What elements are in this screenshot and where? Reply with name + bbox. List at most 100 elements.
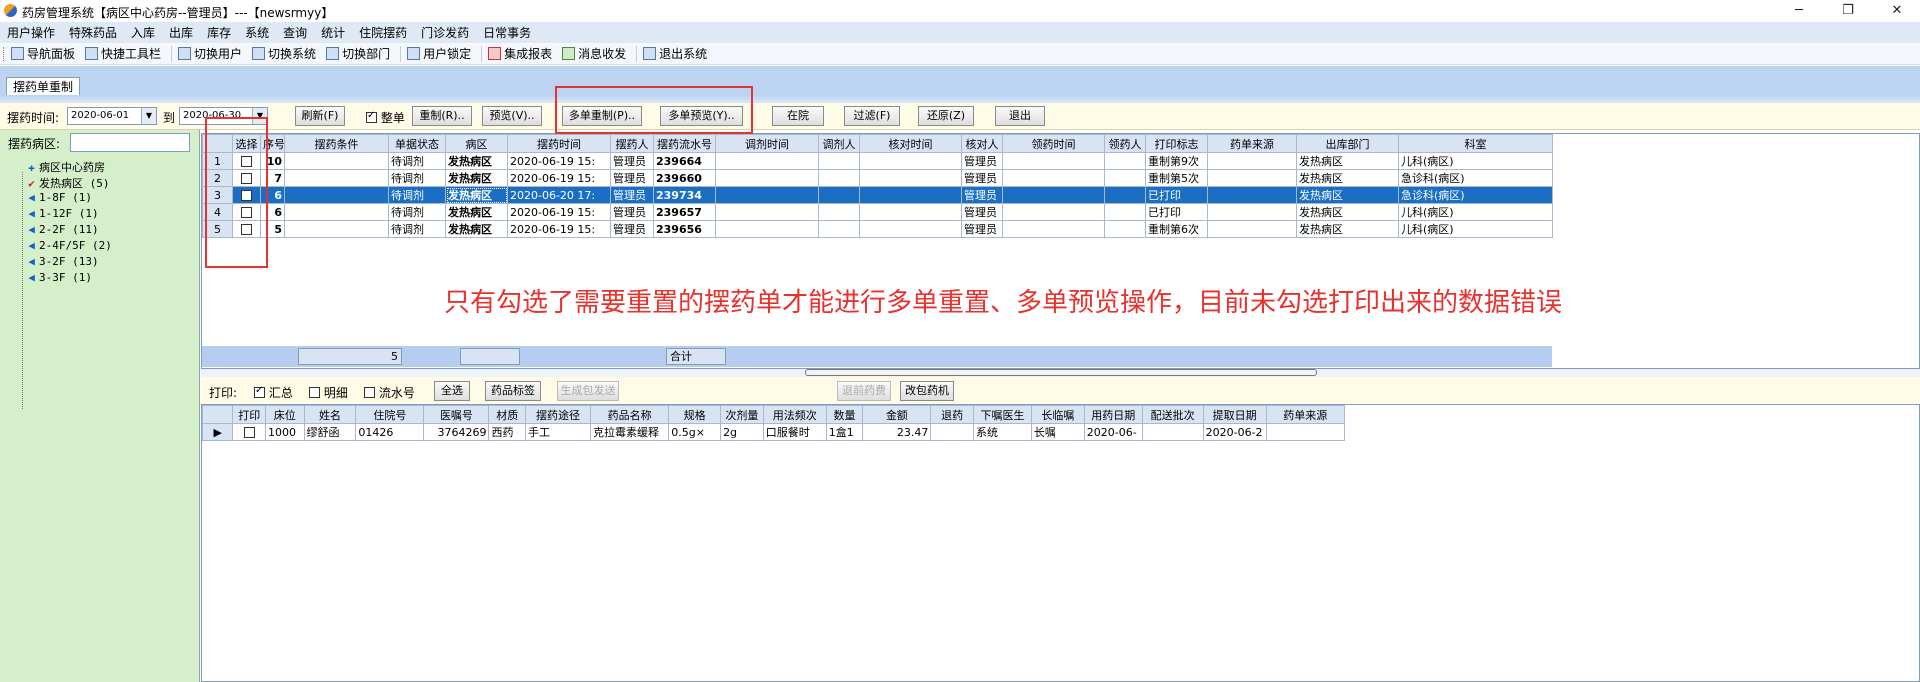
- exit-button[interactable]: 退出: [995, 106, 1045, 126]
- col-header[interactable]: 下嘱医生: [973, 405, 1032, 424]
- whole-order-checkbox[interactable]: 整单: [366, 109, 405, 126]
- col-header[interactable]: 金额: [862, 405, 932, 424]
- menu-statistics[interactable]: 统计: [314, 24, 352, 41]
- col-header[interactable]: 出库部门: [1296, 134, 1399, 153]
- col-header[interactable]: 姓名: [303, 405, 357, 424]
- menu-daily-affairs[interactable]: 日常事务: [476, 24, 538, 41]
- col-header[interactable]: 科室: [1398, 134, 1553, 153]
- tab-dispense-reset[interactable]: 摆药单重制: [6, 77, 81, 97]
- col-header[interactable]: 长临嘱: [1030, 405, 1085, 424]
- close-button[interactable]: ✕: [1874, 0, 1920, 22]
- panel-splitter[interactable]: [201, 369, 1920, 377]
- reset-button[interactable]: 重制(R)..: [412, 106, 472, 126]
- message-button[interactable]: 消息收发: [562, 45, 626, 62]
- col-header[interactable]: 摆药时间: [507, 134, 611, 153]
- serial-checkbox[interactable]: 流水号: [364, 384, 415, 401]
- menu-outpatient-dispense[interactable]: 门诊发药: [414, 24, 476, 41]
- quick-toolbar-button[interactable]: 快捷工具栏: [85, 45, 161, 62]
- menu-stock-in[interactable]: 入库: [124, 24, 162, 41]
- return-drug-fee-button[interactable]: 退前药费: [837, 381, 891, 401]
- col-header[interactable]: 材质: [488, 405, 527, 424]
- tree-node-2-4f-5f[interactable]: ◀ 2-4F/5F (2): [26, 239, 112, 252]
- col-header[interactable]: 规格: [668, 405, 722, 424]
- detail-checkbox[interactable]: 明细: [309, 384, 348, 401]
- drug-label-button[interactable]: 药品标签: [485, 381, 541, 401]
- restore-button[interactable]: 还原(Z): [918, 106, 974, 126]
- table-row-selected[interactable]: 3 6 待调剂 发热病区 2020-06-20 17: 管理员 239734 管…: [202, 186, 1553, 204]
- checkbox-icon[interactable]: [366, 110, 377, 123]
- table-row[interactable]: 5 5 待调剂 发热病区 2020-06-19 15: 管理员 239656 管…: [202, 220, 1553, 238]
- col-header[interactable]: 用药日期: [1083, 405, 1143, 424]
- change-machine-button[interactable]: 改包药机: [900, 381, 954, 401]
- col-header[interactable]: 调剂时间: [715, 134, 819, 153]
- col-header[interactable]: 药品名称: [590, 405, 670, 424]
- splitter-grip[interactable]: [805, 369, 1317, 376]
- tree-node-fever-ward[interactable]: ✔ 发热病区 (5): [26, 175, 109, 191]
- menu-system[interactable]: 系统: [238, 24, 276, 41]
- col-header[interactable]: 次剂量: [720, 405, 764, 424]
- exit-system-button[interactable]: 退出系统: [643, 45, 707, 62]
- date-from-picker[interactable]: 2020-06-01 ▼: [67, 107, 157, 125]
- in-hospital-button[interactable]: 在院: [772, 106, 824, 126]
- table-row[interactable]: 2 7 待调剂 发热病区 2020-06-19 15: 管理员 239660 管…: [202, 169, 1553, 187]
- col-header[interactable]: 打印标志: [1145, 134, 1208, 153]
- col-header[interactable]: 领药人: [1104, 134, 1146, 153]
- minimize-button[interactable]: ─: [1776, 0, 1822, 22]
- col-header[interactable]: 退药: [930, 405, 975, 424]
- col-header[interactable]: 药单来源: [1265, 405, 1346, 424]
- nav-panel-button[interactable]: 导航面板: [11, 45, 75, 62]
- ward-filter-input[interactable]: [70, 133, 190, 152]
- col-header[interactable]: 配送批次: [1141, 405, 1204, 424]
- col-header[interactable]: 摆药流水号: [653, 134, 716, 153]
- maximize-button[interactable]: ❐: [1825, 0, 1871, 22]
- col-header[interactable]: 住院号: [355, 405, 425, 424]
- checkbox-icon[interactable]: [254, 385, 265, 398]
- print-checkbox[interactable]: [243, 426, 255, 438]
- checkbox-icon[interactable]: [364, 387, 375, 398]
- col-header[interactable]: 数量: [825, 405, 864, 424]
- menu-stock-out[interactable]: 出库: [162, 24, 200, 41]
- table-row[interactable]: ▶ 1000 缪舒函 01426 3764269 西药 手工 克拉霉素缓释 0.…: [201, 423, 1346, 441]
- tree-node-3-3f[interactable]: ◀ 3-3F (1): [26, 271, 92, 284]
- refresh-button[interactable]: 刷新(F): [295, 106, 345, 126]
- col-header[interactable]: 药单来源: [1207, 134, 1297, 153]
- menu-query[interactable]: 查询: [276, 24, 314, 41]
- filter-button[interactable]: 过滤(F): [844, 106, 900, 126]
- col-header[interactable]: 摆药条件: [284, 134, 389, 153]
- select-all-button[interactable]: 全选: [434, 381, 470, 401]
- col-header[interactable]: 核对人: [961, 134, 1003, 153]
- switch-user-button[interactable]: 切换用户: [178, 45, 242, 62]
- col-header[interactable]: 单据状态: [388, 134, 446, 153]
- switch-system-button[interactable]: 切换系统: [252, 45, 316, 62]
- col-header[interactable]: 核对时间: [859, 134, 962, 153]
- preview-button[interactable]: 预览(V)..: [482, 106, 542, 126]
- menu-inpatient-dispense[interactable]: 住院摆药: [352, 24, 414, 41]
- col-header[interactable]: 调剂人: [818, 134, 860, 153]
- chevron-down-icon[interactable]: ▼: [141, 108, 156, 124]
- col-header[interactable]: 打印: [232, 405, 266, 424]
- tree-node-1-12f[interactable]: ◀ 1-12F (1): [26, 207, 98, 220]
- menu-user-ops[interactable]: 用户操作: [0, 24, 62, 41]
- col-header[interactable]: 床位: [264, 405, 305, 424]
- tree-node-1-8f[interactable]: ◀ 1-8F (1): [26, 191, 92, 204]
- menu-inventory[interactable]: 库存: [200, 24, 238, 41]
- checkbox-icon[interactable]: [309, 387, 320, 398]
- col-header[interactable]: 摆药途径: [525, 405, 592, 424]
- col-header[interactable]: 提取日期: [1202, 405, 1267, 424]
- summary-checkbox[interactable]: 汇总: [254, 384, 293, 401]
- tree-node-root[interactable]: ✚ 病区中心药房: [26, 159, 105, 175]
- switch-department-button[interactable]: 切换部门: [326, 45, 390, 62]
- table-row[interactable]: 1 10 待调剂 发热病区 2020-06-19 15: 管理员 239664 …: [202, 152, 1553, 170]
- col-header[interactable]: 摆药人: [610, 134, 654, 153]
- col-header[interactable]: 用法频次: [762, 405, 827, 424]
- col-header[interactable]: 领药时间: [1002, 134, 1105, 153]
- user-lock-button[interactable]: 用户锁定: [407, 45, 471, 62]
- col-header[interactable]: 医嘱号: [423, 405, 490, 424]
- table-row[interactable]: 4 6 待调剂 发热病区 2020-06-19 15: 管理员 239657 管…: [202, 203, 1553, 221]
- toolbar-grip[interactable]: [3, 46, 7, 61]
- tree-node-3-2f[interactable]: ◀ 3-2F (13): [26, 255, 98, 268]
- generate-package-button[interactable]: 生成包发送: [557, 381, 619, 401]
- menu-special-drugs[interactable]: 特殊药品: [62, 24, 124, 41]
- tree-node-2-2f[interactable]: ◀ 2-2F (11): [26, 223, 98, 236]
- report-button[interactable]: 集成报表: [488, 45, 552, 62]
